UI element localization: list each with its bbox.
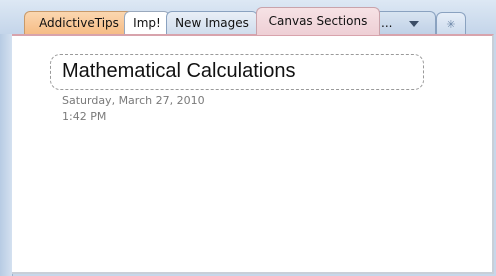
page-title[interactable]: Mathematical Calculations <box>62 60 295 83</box>
tab-addictivetips[interactable]: AddictiveTips <box>24 11 134 35</box>
tab-new-images[interactable]: New Images <box>166 11 258 35</box>
page-date: Saturday, March 27, 2010 <box>62 94 205 107</box>
chevron-down-icon[interactable] <box>409 21 419 27</box>
overflow-label: ... <box>381 16 393 30</box>
page-time: 1:42 PM <box>62 110 107 123</box>
tab-canvas-sections[interactable]: Canvas Sections <box>256 7 380 35</box>
tab-label: Canvas Sections <box>268 14 368 28</box>
tab-label: AddictiveTips <box>39 16 119 30</box>
tab-imp[interactable]: Imp! <box>124 11 170 35</box>
page-canvas[interactable]: Mathematical Calculations Saturday, Marc… <box>12 34 494 274</box>
tab-label: Imp! <box>133 16 161 30</box>
tab-label: New Images <box>175 16 249 30</box>
page-title-box[interactable]: Mathematical Calculations <box>50 54 424 90</box>
new-section-icon: ✳ <box>446 18 456 31</box>
new-section-tab[interactable]: ✳ <box>436 12 466 36</box>
